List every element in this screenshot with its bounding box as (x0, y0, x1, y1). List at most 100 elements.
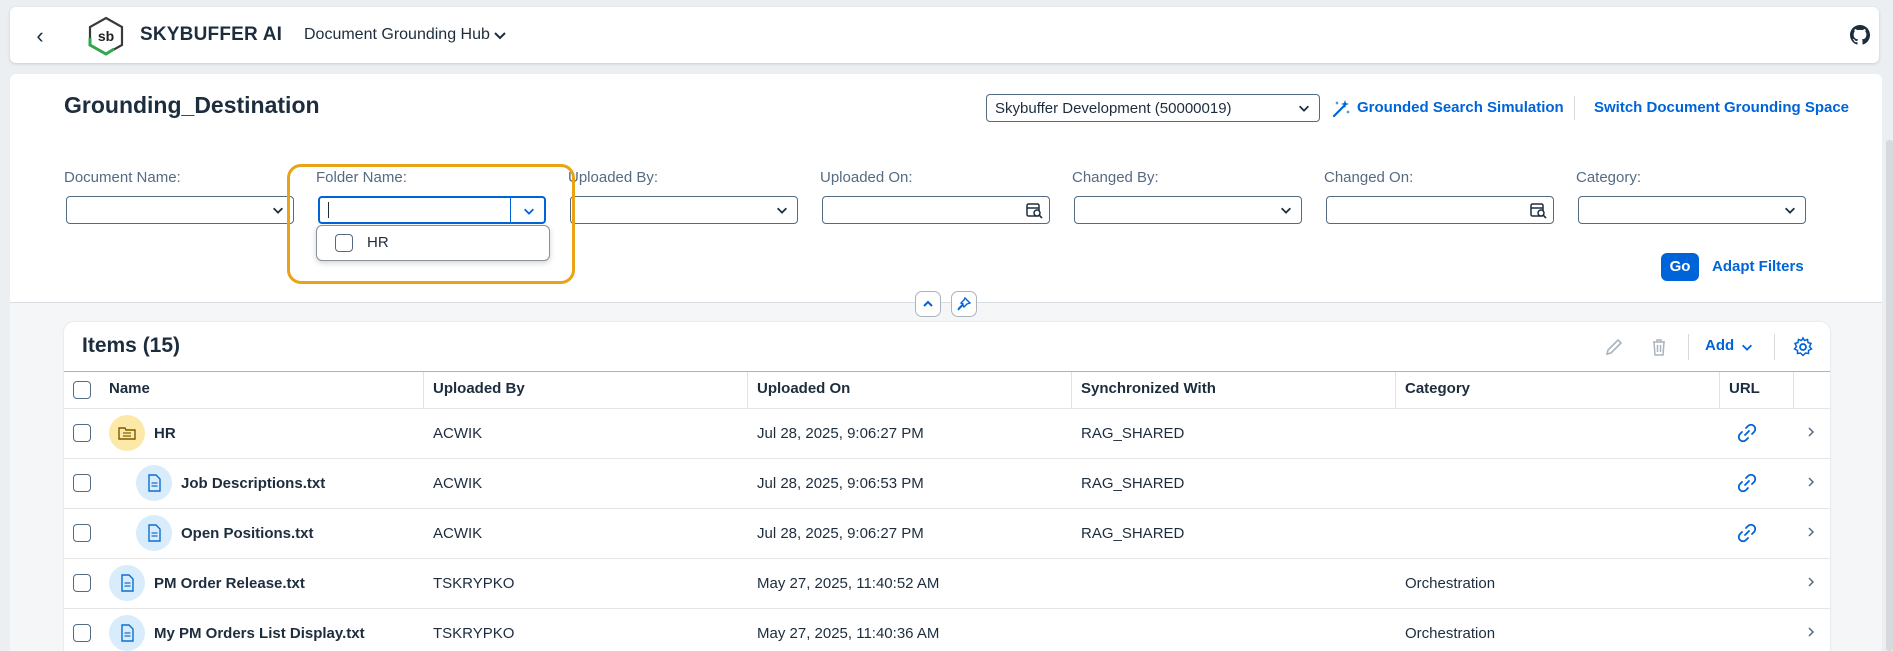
toolbar-divider (1574, 96, 1575, 120)
row-synchronized-with: RAG_SHARED (1081, 475, 1185, 492)
row-checkbox[interactable] (73, 624, 91, 642)
navigation-arrow-icon[interactable] (1805, 576, 1817, 588)
row-checkbox[interactable] (73, 524, 91, 542)
row-uploaded-on: May 27, 2025, 11:40:52 AM (757, 575, 940, 592)
row-separator (64, 508, 1830, 509)
row-checkbox[interactable] (73, 424, 91, 442)
shell-bar (10, 7, 1879, 63)
navigation-arrow-icon[interactable] (1805, 526, 1817, 538)
navigation-arrow-icon[interactable] (1805, 426, 1817, 438)
row-uploaded-by: TSKRYPKO (433, 625, 515, 642)
uploaded-on-filter[interactable] (822, 196, 1050, 224)
chevron-down-icon[interactable] (492, 27, 508, 43)
row-category: Orchestration (1405, 625, 1496, 642)
row-uploaded-by: TSKRYPKO (433, 575, 515, 592)
grounding-space-value: Skybuffer Development (50000019) (995, 100, 1232, 117)
row-name: Job Descriptions.txt (181, 475, 326, 492)
changed-by-filter[interactable] (1074, 196, 1302, 224)
scrollbar[interactable] (1886, 140, 1893, 651)
ai-sparkle-icon[interactable] (1332, 98, 1352, 118)
collapse-header-button[interactable] (915, 291, 941, 317)
collapse-icon (923, 300, 933, 307)
navigation-arrow-icon[interactable] (1805, 626, 1817, 638)
row-category: Orchestration (1405, 575, 1496, 592)
column-separator (1793, 372, 1794, 408)
adapt-filters-link[interactable]: Adapt Filters (1712, 258, 1804, 275)
document-avatar (136, 465, 172, 501)
skybuffer-logo: sb (88, 16, 124, 56)
row-name: My PM Orders List Display.txt (154, 625, 365, 642)
calendar-icon[interactable] (1025, 201, 1043, 219)
document-icon (121, 624, 134, 642)
github-icon[interactable] (1850, 25, 1870, 45)
column-separator (747, 372, 748, 408)
row-checkbox[interactable] (73, 574, 91, 592)
calendar-icon[interactable] (1529, 201, 1547, 219)
folder-icon (118, 427, 136, 440)
category-filter[interactable] (1578, 196, 1806, 224)
chevron-down-icon[interactable] (1740, 340, 1754, 354)
column-header-uploaded-on[interactable]: Uploaded On (757, 380, 850, 397)
add-button[interactable]: Add (1705, 337, 1734, 354)
column-header-category[interactable]: Category (1405, 380, 1470, 397)
column-header-name[interactable]: Name (109, 380, 150, 397)
grounded-search-simulation-link[interactable]: Grounded Search Simulation (1357, 99, 1564, 116)
delete-icon[interactable] (1648, 336, 1670, 358)
chevron-down-icon (1299, 105, 1309, 112)
pin-header-button[interactable] (951, 291, 977, 317)
chevron-down-icon (777, 207, 787, 214)
navigation-arrow-icon[interactable] (1805, 476, 1817, 488)
document-avatar (136, 515, 172, 551)
row-uploaded-on: Jul 28, 2025, 9:06:27 PM (757, 425, 924, 442)
row-checkbox[interactable] (73, 474, 91, 492)
filter-label-document-name: Document Name: (64, 169, 181, 186)
settings-icon[interactable] (1792, 336, 1814, 358)
column-separator (423, 372, 424, 408)
folder-options-popover: HR (316, 225, 550, 261)
document-name-filter[interactable] (66, 196, 294, 224)
column-separator (1395, 372, 1396, 408)
link-icon[interactable] (1737, 473, 1757, 493)
row-name: Open Positions.txt (181, 525, 314, 542)
edit-icon[interactable] (1603, 336, 1625, 358)
row-separator (64, 608, 1830, 609)
folder-option-hr[interactable]: HR (367, 234, 389, 251)
switch-grounding-space-link[interactable]: Switch Document Grounding Space (1594, 99, 1849, 116)
row-name: HR (154, 425, 176, 442)
go-button[interactable]: Go (1661, 253, 1699, 281)
column-header-uploaded-by[interactable]: Uploaded By (433, 380, 525, 397)
table-header-border (64, 371, 1830, 372)
back-button[interactable]: ‹ (30, 22, 50, 50)
toolbar-divider (1688, 334, 1689, 360)
uploaded-by-filter[interactable] (570, 196, 798, 224)
column-separator (1071, 372, 1072, 408)
svg-text:sb: sb (98, 28, 114, 44)
chevron-down-icon (1785, 207, 1795, 214)
row-uploaded-by: ACWIK (433, 475, 483, 492)
row-synchronized-with: RAG_SHARED (1081, 525, 1185, 542)
document-avatar (109, 615, 145, 651)
row-uploaded-on: May 27, 2025, 11:40:36 AM (757, 625, 940, 642)
document-icon (148, 474, 161, 492)
annotation-highlight (287, 164, 575, 284)
link-icon[interactable] (1737, 423, 1757, 443)
column-header-synchronized-with[interactable]: Synchronized With (1081, 380, 1216, 397)
row-separator (64, 458, 1830, 459)
changed-on-filter[interactable] (1326, 196, 1554, 224)
filter-label-changed-by: Changed By: (1072, 169, 1159, 186)
chevron-down-icon (1281, 207, 1291, 214)
link-icon[interactable] (1737, 523, 1757, 543)
row-uploaded-on: Jul 28, 2025, 9:06:53 PM (757, 475, 924, 492)
folder-avatar (109, 415, 145, 451)
row-separator (64, 408, 1830, 409)
select-all-checkbox[interactable] (73, 381, 91, 399)
grounding-space-select[interactable]: Skybuffer Development (50000019) (986, 94, 1320, 122)
document-icon (148, 524, 161, 542)
filter-label-uploaded-on: Uploaded On: (820, 169, 913, 186)
option-checkbox[interactable] (335, 234, 353, 252)
column-header-url[interactable]: URL (1729, 380, 1760, 397)
filter-label-uploaded-by: Uploaded By: (568, 169, 659, 186)
document-avatar (109, 565, 145, 601)
row-uploaded-by: ACWIK (433, 425, 483, 442)
app-title[interactable]: Document Grounding Hub (304, 26, 490, 44)
